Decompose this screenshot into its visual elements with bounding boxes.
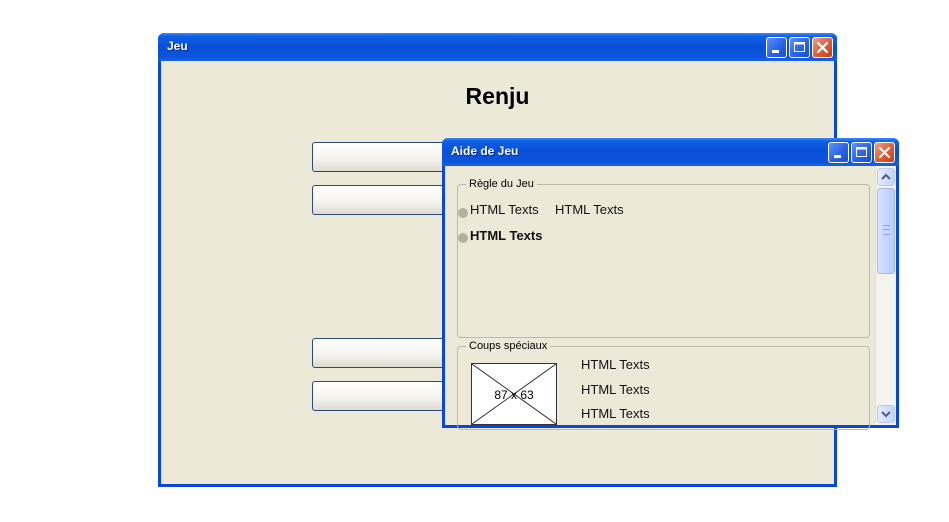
scroll-up-button[interactable] [877,168,895,186]
close-button[interactable] [812,37,833,58]
maximize-button[interactable] [789,37,810,58]
scrollbar-thumb[interactable] [877,188,895,274]
main-window-titlebar[interactable]: Jeu [158,33,837,61]
rules-group-legend: Règle du Jeu [469,178,534,190]
specials-group-legend: Coups spéciaux [469,340,548,352]
special-text: HTML Texts [581,406,650,421]
close-icon [816,41,829,54]
scroll-down-button[interactable] [877,405,895,423]
help-content: Règle du Jeu HTML Texts HTML Texts HTML … [445,166,896,430]
image-size-label: 87 x 63 [494,388,534,402]
chevron-down-icon [881,411,891,418]
bullet-icon [458,233,468,243]
special-text: HTML Texts [581,357,650,372]
help-maximize-button[interactable] [851,142,872,163]
help-window-titlebar[interactable]: Aide de Jeu [442,138,899,166]
main-window-title: Jeu [167,39,188,53]
maximize-icon [856,147,867,157]
specials-group: Coups spéciaux 87 x 63 [457,340,870,430]
help-window-title: Aide de Jeu [451,144,519,158]
maximize-icon [794,42,805,52]
image-placeholder: 87 x 63 [471,363,557,425]
rule-item-label: HTML Texts [470,202,539,217]
bullet-icon [458,208,468,218]
vertical-scrollbar[interactable] [875,166,896,425]
close-icon [878,146,891,159]
chevron-up-icon [881,173,891,180]
help-window: Aide de Jeu Règle du Jeu HTML Texts HTML… [442,138,899,430]
rule-item-extra: HTML Texts [555,202,624,217]
minimize-icon [834,155,841,158]
minimize-button[interactable] [766,37,787,58]
help-minimize-button[interactable] [828,142,849,163]
page-title: Renju [465,83,530,109]
minimize-icon [772,50,779,53]
special-text: HTML Texts [581,382,650,397]
grip-icon [883,225,890,235]
rule-item-label: HTML Texts [470,228,543,243]
help-close-button[interactable] [874,142,895,163]
